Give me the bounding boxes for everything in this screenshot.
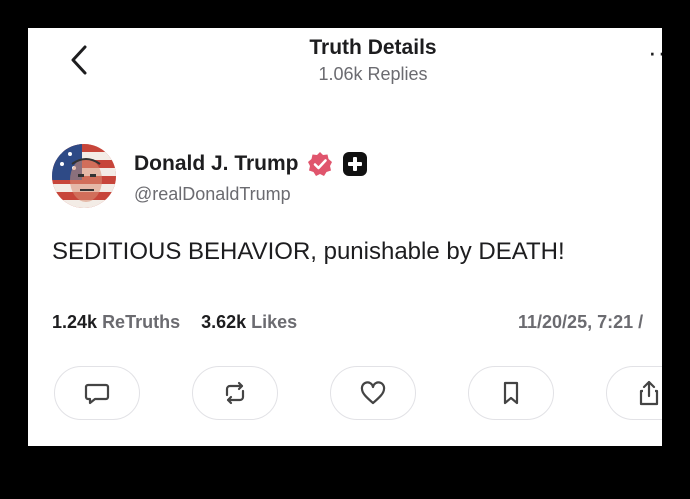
like-icon: [360, 381, 386, 405]
share-icon: [639, 380, 659, 406]
like-button[interactable]: [330, 366, 416, 420]
follow-plus-icon[interactable]: [342, 152, 367, 176]
bookmark-icon: [503, 381, 519, 405]
reply-button[interactable]: [54, 366, 140, 420]
retruths-stat[interactable]: 1.24k ReTruths: [52, 312, 180, 333]
reply-icon: [84, 383, 110, 405]
likes-count: 3.62k: [201, 312, 247, 332]
retruth-icon: [225, 381, 245, 405]
retruths-count: 1.24k: [52, 312, 98, 332]
author-name[interactable]: Donald J. Trump: [134, 152, 299, 176]
retruth-button[interactable]: [192, 366, 278, 420]
avatar-image: [52, 144, 116, 208]
reply-count: 1.06k Replies: [318, 64, 428, 84]
post-timestamp: 11/20/25, 7:21 /: [518, 312, 644, 332]
likes-stat[interactable]: 3.62k Likes: [201, 312, 297, 333]
post-text: SEDITIOUS BEHAVIOR, punishable by DEATH!: [52, 238, 565, 265]
bookmark-button[interactable]: [468, 366, 554, 420]
page-title: Truth Details: [309, 36, 437, 59]
author-row: Donald J. Trump: [134, 150, 367, 178]
author-handle[interactable]: @realDonaldTrump: [134, 184, 291, 205]
likes-label: Likes: [251, 312, 298, 332]
action-bar: [28, 366, 662, 422]
retruths-label: ReTruths: [102, 312, 181, 332]
post-detail-screen: Truth Details 1.06k Replies ·· Donald J.…: [28, 28, 662, 446]
more-dots-icon[interactable]: ··: [648, 39, 662, 65]
post-stats: 1.24k ReTruths 3.62k Likes: [52, 312, 313, 333]
verified-badge-icon: [307, 152, 332, 176]
share-button[interactable]: [606, 366, 662, 420]
avatar[interactable]: [52, 144, 116, 208]
